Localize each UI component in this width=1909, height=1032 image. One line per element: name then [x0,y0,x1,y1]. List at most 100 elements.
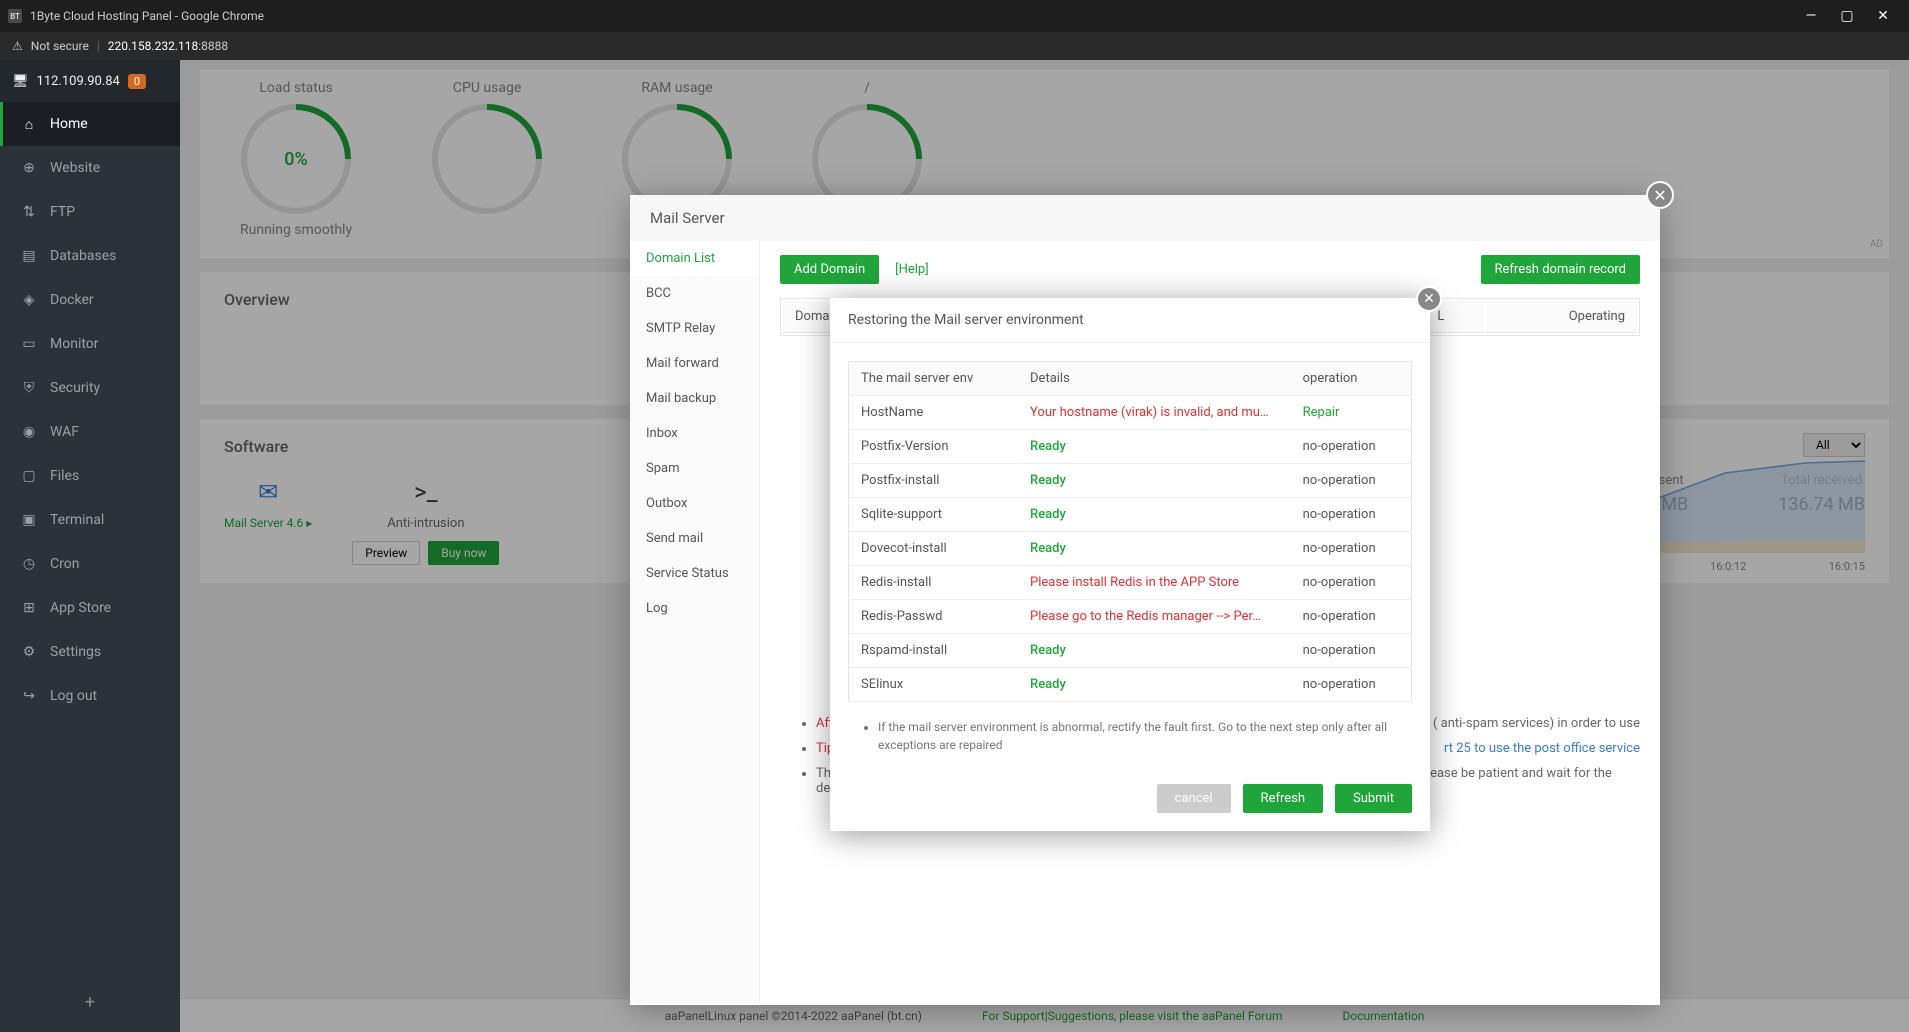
cancel-button[interactable]: cancel [1157,784,1231,813]
nav-label: Monitor [50,336,99,352]
address-bar[interactable]: ⚠ Not secure | 220.158.232.118:8888 [0,32,1909,60]
restore-env-modal: ✕ Restoring the Mail server environment … [830,298,1430,831]
env-row: Sqlite-support Ready no-operation [849,498,1412,532]
env-row: Redis-install Please install Redis in th… [849,566,1412,600]
mail-tab-outbox[interactable]: Outbox [630,486,759,521]
submit-button[interactable]: Submit [1335,784,1412,813]
ip-header[interactable]: 🖥 112.109.90.84 0 [0,60,180,102]
env-op: no-operation [1291,634,1412,668]
mail-tab-mail-backup[interactable]: Mail backup [630,381,759,416]
nav-icon: ◈ [20,292,38,308]
mail-tab-send-mail[interactable]: Send mail [630,521,759,556]
env-op: no-operation [1291,464,1412,498]
sidebar-item-waf[interactable]: ◉ WAF [0,410,180,454]
sidebar-item-docker[interactable]: ◈Docker [0,278,180,322]
env-details: Ready [1018,498,1291,532]
env-name: Redis-Passwd [849,600,1019,634]
nav-label: WAF [50,424,79,440]
close-restore-modal-button[interactable]: ✕ [1416,286,1442,312]
col-operation: operation [1291,362,1412,396]
warning-icon: ⚠ [12,39,23,53]
mail-tab-log[interactable]: Log [630,591,759,626]
nav-label: Log out [50,688,97,704]
nav-icon: ▤ [20,248,38,264]
env-details: Ready [1018,430,1291,464]
col-env: The mail server env [849,362,1019,396]
url-host: 220.158.232.118 [108,39,198,53]
close-mail-modal-button[interactable]: ✕ [1646,181,1674,209]
env-row: Rspamd-install Ready no-operation [849,634,1412,668]
env-details: Your hostname (virak) is invalid, and mu… [1018,396,1291,430]
notification-badge: 0 [128,74,146,89]
env-op: no-operation [1291,600,1412,634]
env-row: SElinux Ready no-operation [849,668,1412,702]
sidebar-item-cron[interactable]: ◷Cron [0,542,180,586]
mail-tab-spam[interactable]: Spam [630,451,759,486]
sidebar: 🖥 112.109.90.84 0 ⌂ Home ⊕ Website ⇅FTP▤Data… [0,60,180,1032]
refresh-button[interactable]: Refresh [1243,784,1323,813]
env-name: Sqlite-support [849,498,1019,532]
env-name: Rspamd-install [849,634,1019,668]
env-op: no-operation [1291,566,1412,600]
help-link[interactable]: [Help] [895,262,929,277]
env-name: Redis-install [849,566,1019,600]
nav-label: Terminal [50,512,104,528]
maximize-button[interactable]: ▢ [1829,8,1865,24]
restore-tip-text: If the mail server environment is abnorm… [878,718,1412,754]
sidebar-item-databases[interactable]: ▤Databases [0,234,180,278]
mail-tab-service-status[interactable]: Service Status [630,556,759,591]
env-name: HostName [849,396,1019,430]
env-op: no-operation [1291,430,1412,464]
sidebar-item-app-store[interactable]: ⊞App Store [0,586,180,630]
restore-tips: If the mail server environment is abnorm… [848,718,1412,754]
nav-label: Website [50,160,100,176]
env-details: Ready [1018,668,1291,702]
refresh-domain-record-button[interactable]: Refresh domain record [1481,255,1641,284]
add-domain-button[interactable]: Add Domain [780,255,879,284]
mail-tab-domain-list[interactable]: Domain List [630,241,759,276]
nav-icon: ⊕ [20,160,38,176]
favicon: BT [8,9,22,23]
mail-tab-inbox[interactable]: Inbox [630,416,759,451]
nav-icon: ⛨ [20,380,38,396]
nav-icon: ◉ [20,424,38,440]
sidebar-item-settings[interactable]: ⚙Settings [0,630,180,674]
nav-icon: ▭ [20,336,38,352]
env-row: Redis-Passwd Please go to the Redis mana… [849,600,1412,634]
mail-tab-bcc[interactable]: BCC [630,276,759,311]
note-2-link[interactable]: rt 25 to use the post office service [1444,741,1640,756]
sidebar-item-home[interactable]: ⌂ Home [0,102,180,146]
nav-icon: ⊞ [20,600,38,616]
env-op: no-operation [1291,668,1412,702]
nav-icon: ⌂ [20,116,38,133]
env-name: Postfix-install [849,464,1019,498]
sidebar-item-ftp[interactable]: ⇅FTP [0,190,180,234]
mail-modal-sidebar: Domain ListBCCSMTP RelayMail forwardMail… [630,241,760,1003]
sidebar-item-terminal[interactable]: ▣Terminal [0,498,180,542]
nav-label: Home [50,116,88,132]
sidebar-item-log-out[interactable]: ↪Log out [0,674,180,718]
env-op[interactable]: Repair [1291,396,1412,430]
env-details: Ready [1018,634,1291,668]
sidebar-item-monitor[interactable]: ▭ Monitor [0,322,180,366]
close-window-button[interactable]: ✕ [1865,8,1901,24]
env-name: SElinux [849,668,1019,702]
env-name: Dovecot-install [849,532,1019,566]
nav-icon: ◷ [20,556,38,572]
env-details: Please install Redis in the APP Store [1018,566,1291,600]
col-details: Details [1018,362,1291,396]
sidebar-item-files[interactable]: ▢Files [0,454,180,498]
env-op: no-operation [1291,532,1412,566]
not-secure-label: Not secure [31,39,89,53]
window-titlebar: BT 1Byte Cloud Hosting Panel - Google Ch… [0,0,1909,32]
monitor-icon: 🖥 [12,74,29,89]
mail-tab-smtp-relay[interactable]: SMTP Relay [630,311,759,346]
minimize-button[interactable]: — [1793,8,1829,24]
env-row: Postfix-install Ready no-operation [849,464,1412,498]
mail-tab-mail-forward[interactable]: Mail forward [630,346,759,381]
sidebar-item-security[interactable]: ⛨Security [0,366,180,410]
sidebar-item-website[interactable]: ⊕ Website [0,146,180,190]
env-op: no-operation [1291,498,1412,532]
add-menu-button[interactable]: + [0,992,180,1032]
restore-modal-footer: cancel Refresh Submit [830,772,1430,831]
